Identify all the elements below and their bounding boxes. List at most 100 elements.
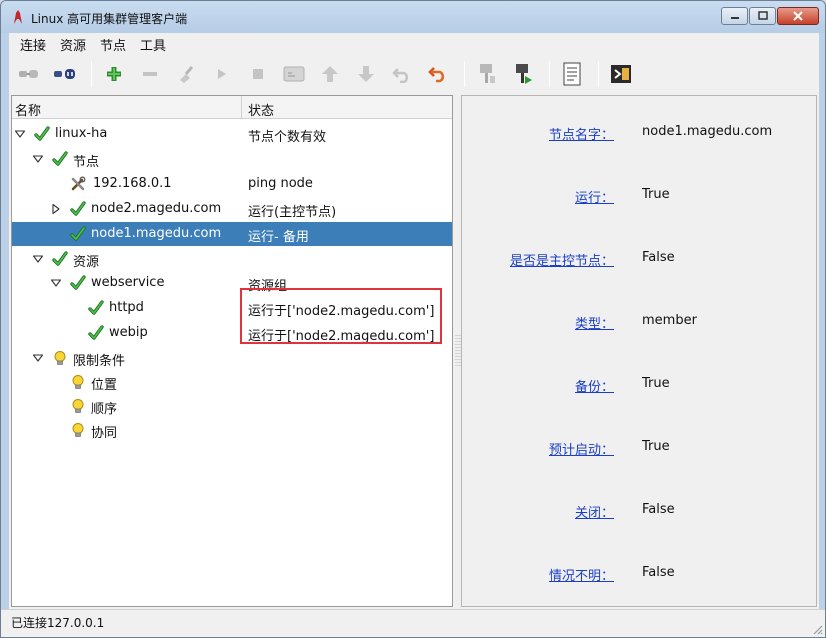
undo-icon	[392, 68, 409, 83]
detail-value-type: member	[642, 313, 697, 328]
undo-button[interactable]	[386, 59, 418, 89]
detail-value-unclean: False	[642, 565, 675, 580]
detail-label-standby[interactable]: 备份：	[575, 376, 614, 395]
detail-label-expected-up[interactable]: 预计启动：	[549, 439, 614, 458]
exit-icon	[611, 65, 631, 83]
remove-icon	[143, 72, 157, 76]
tree-row-name: 限制条件	[73, 354, 126, 369]
minimize-icon	[730, 17, 739, 19]
add-button[interactable]	[98, 59, 130, 89]
tree-row-location[interactable]: 位置	[12, 370, 452, 394]
detail-label-is-dc[interactable]: 是否是主控节点：	[510, 250, 614, 269]
close-button[interactable]	[777, 7, 819, 25]
disconnect-button[interactable]	[49, 59, 81, 89]
connect-button[interactable]	[13, 59, 45, 89]
collapse-arrow-icon[interactable]	[50, 203, 62, 215]
cluster-tree[interactable]: 名称 状态 linux-ha 节点个数有效 节点 192.168.0.1 pin…	[11, 95, 453, 607]
tree-row-colocation[interactable]: 协同	[12, 418, 452, 442]
tree-row-node1[interactable]: node1.magedu.com 运行- 备用	[12, 222, 452, 246]
detail-label-type[interactable]: 类型：	[575, 313, 614, 332]
start-icon	[218, 69, 226, 79]
tree-row-order[interactable]: 顺序	[12, 394, 452, 418]
tree-row-nodes[interactable]: 节点	[12, 147, 452, 171]
expand-arrow-icon[interactable]	[32, 153, 44, 165]
maximize-icon	[757, 11, 768, 20]
standby-button[interactable]	[471, 59, 503, 89]
tree-header: 名称 状态	[12, 96, 452, 119]
default-button[interactable]	[278, 59, 310, 89]
detail-value-running: True	[642, 187, 670, 202]
move-up-icon	[322, 66, 338, 82]
expand-arrow-icon[interactable]	[32, 253, 44, 265]
detail-row: 运行： True	[462, 187, 818, 207]
standby-icon	[480, 64, 495, 83]
move-up-button[interactable]	[314, 59, 346, 89]
cleanup-button[interactable]	[170, 59, 202, 89]
maximize-button[interactable]	[749, 7, 776, 25]
menu-connect[interactable]: 连接	[13, 35, 53, 54]
title-bar[interactable]: Linux 高可用集群管理客户端	[1, 1, 825, 33]
menu-tools[interactable]: 工具	[133, 35, 173, 54]
active-icon	[516, 64, 532, 84]
tree-row-name: 协同	[91, 426, 118, 441]
tree-row-resources[interactable]: 资源	[12, 247, 452, 271]
log-icon	[563, 62, 581, 86]
tree-row-name: node2.magedu.com	[91, 201, 222, 216]
default-icon	[283, 66, 305, 82]
window-title: Linux 高可用集群管理客户端	[31, 12, 188, 26]
remove-button[interactable]	[134, 59, 166, 89]
detail-label-shutdown[interactable]: 关闭：	[575, 502, 614, 521]
detail-row: 情况不明： False	[462, 565, 818, 585]
lightbulb-icon	[52, 350, 68, 366]
tree-row-status: 运行(主控节点)	[248, 205, 337, 220]
toolbar-separator	[598, 61, 599, 87]
detail-label-running[interactable]: 运行：	[575, 187, 614, 206]
tree-row-name: linux-ha	[55, 126, 108, 141]
move-down-button[interactable]	[350, 59, 382, 89]
tree-row-name: httpd	[109, 300, 144, 315]
check-icon	[70, 226, 86, 242]
details-panel: 节点名字： node1.magedu.com 运行： True 是否是主控节点：…	[461, 95, 817, 607]
detail-label-unclean[interactable]: 情况不明：	[549, 565, 614, 584]
tree-row-name: node1.magedu.com	[91, 226, 222, 241]
disconnect-icon	[54, 69, 75, 79]
detail-value-is-dc: False	[642, 250, 675, 265]
active-button[interactable]	[507, 59, 539, 89]
expand-arrow-icon[interactable]	[32, 352, 44, 364]
check-icon	[70, 201, 86, 217]
column-divider[interactable]	[241, 96, 242, 119]
menu-nodes[interactable]: 节点	[93, 35, 133, 54]
exit-button[interactable]	[605, 59, 637, 89]
check-icon	[88, 325, 104, 341]
detail-value-expected-up: True	[642, 439, 670, 454]
redo-button[interactable]	[422, 59, 454, 89]
expand-arrow-icon[interactable]	[14, 128, 26, 140]
tree-row-constraints[interactable]: 限制条件	[12, 346, 452, 370]
minimize-button[interactable]	[721, 7, 748, 25]
detail-value-standby: True	[642, 376, 670, 391]
tree-row-ping-node[interactable]: 192.168.0.1 ping node	[12, 172, 452, 196]
menu-resources[interactable]: 资源	[53, 35, 93, 54]
check-icon	[88, 300, 104, 316]
resize-grip-icon[interactable]	[811, 623, 823, 635]
toolbar-separator	[549, 61, 550, 87]
start-button[interactable]	[206, 59, 238, 89]
column-header-status[interactable]: 状态	[248, 100, 274, 119]
cleanup-icon	[180, 66, 194, 83]
app-window: Linux 高可用集群管理客户端 连接 资源 节点 工具 名称 状态 linux…	[0, 0, 826, 638]
lightbulb-icon	[70, 422, 86, 438]
tree-row-name: webservice	[91, 275, 165, 290]
column-header-name[interactable]: 名称	[15, 100, 41, 119]
tree-row-node2[interactable]: node2.magedu.com 运行(主控节点)	[12, 197, 452, 221]
expand-arrow-icon[interactable]	[50, 277, 62, 289]
lightbulb-icon	[70, 398, 86, 414]
detail-label-node-name[interactable]: 节点名字：	[549, 124, 614, 143]
tree-row-cluster[interactable]: linux-ha 节点个数有效	[12, 122, 452, 146]
detail-value-node-name: node1.magedu.com	[642, 124, 773, 139]
tree-row-status: 运行- 备用	[248, 230, 309, 245]
check-icon	[70, 275, 86, 291]
detail-value-shutdown: False	[642, 502, 675, 517]
log-button[interactable]	[556, 59, 588, 89]
menu-bar: 连接 资源 节点 工具	[9, 33, 819, 55]
stop-button[interactable]	[242, 59, 274, 89]
